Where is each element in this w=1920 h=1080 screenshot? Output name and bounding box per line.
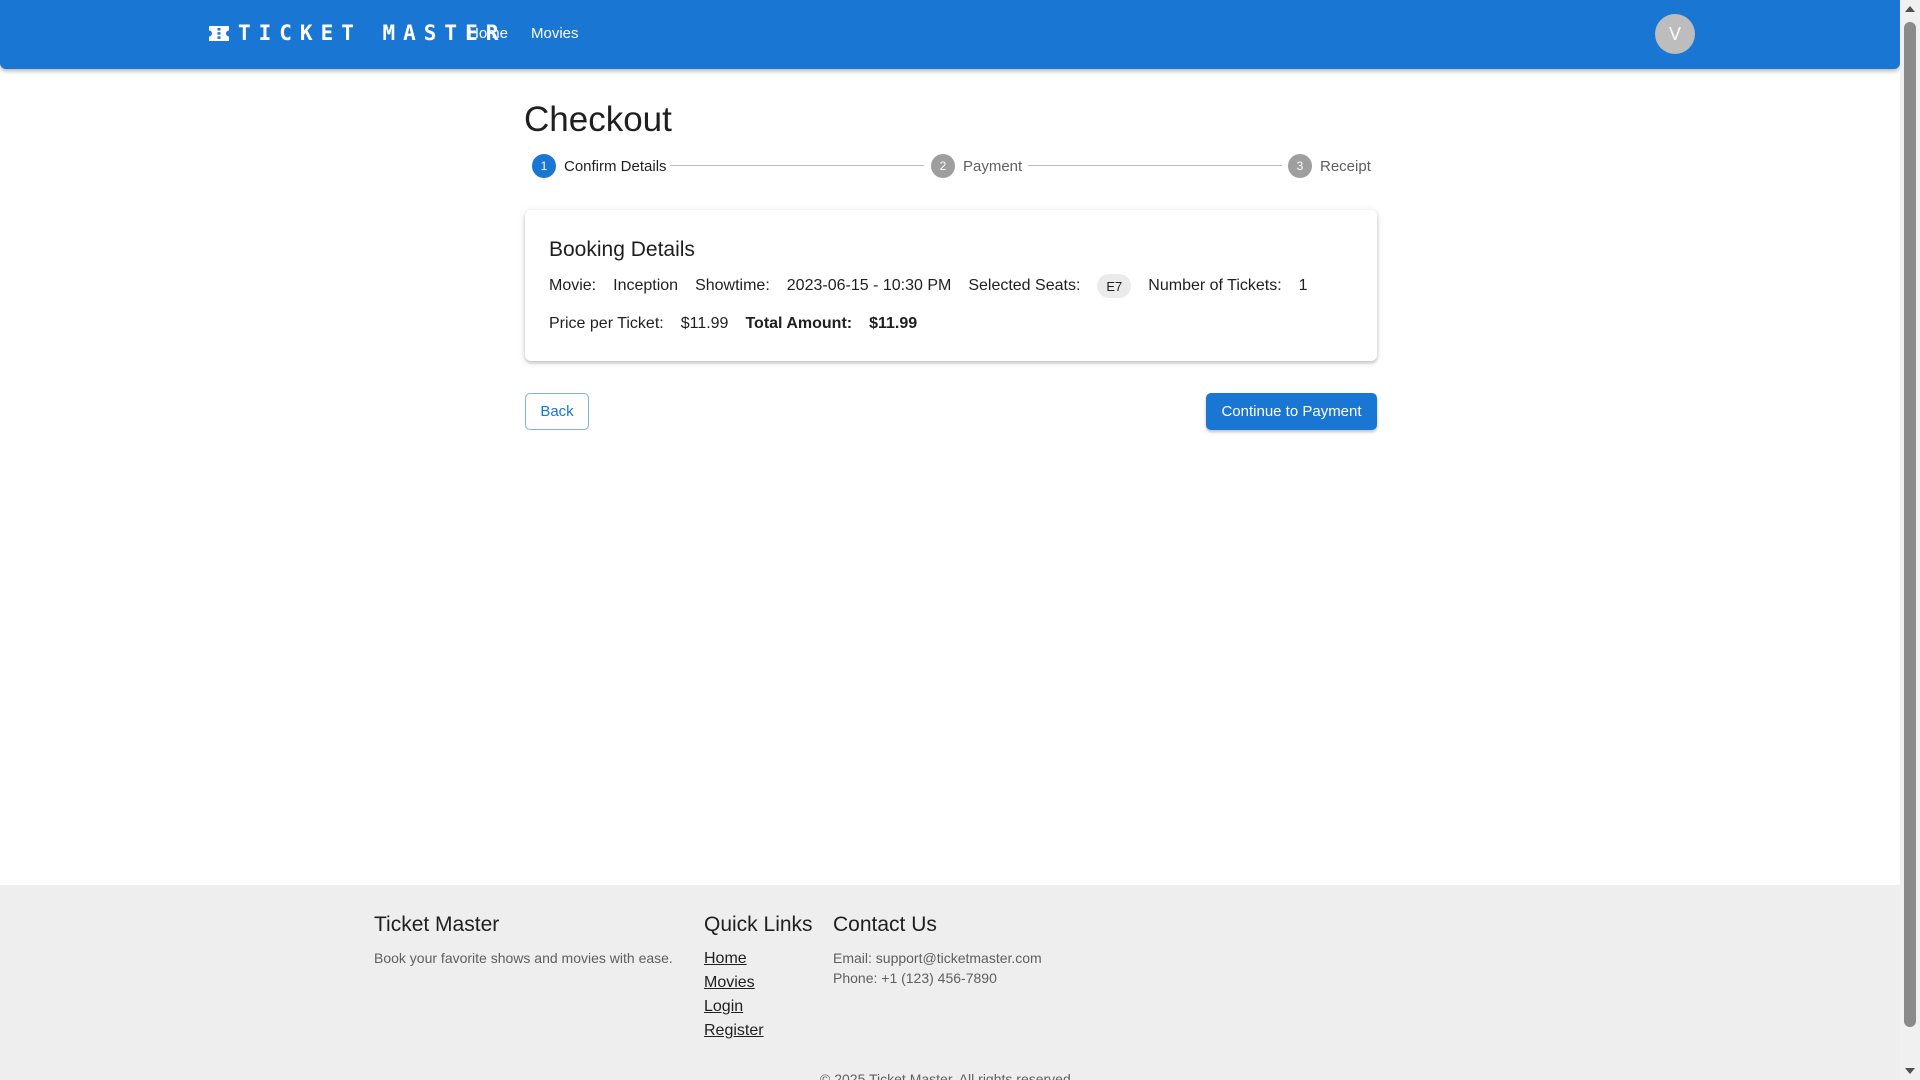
back-button[interactable]: Back [525, 393, 589, 430]
ticket-icon [208, 25, 230, 42]
scrollbar-thumb[interactable] [1904, 22, 1916, 1027]
footer-link-login[interactable]: Login [704, 998, 743, 1016]
total-label: Total Amount: [745, 315, 853, 332]
footer-email: Email: support@ticketmaster.com [833, 950, 1042, 966]
footer-about-title: Ticket Master [374, 913, 500, 936]
page-scrollbar[interactable] [1900, 0, 1920, 1080]
step-payment: 2 Payment [931, 154, 1022, 178]
seats-label: Selected Seats: [968, 277, 1081, 294]
footer-contact-title: Contact Us [833, 913, 937, 936]
step-label: Payment [963, 157, 1023, 175]
step-number: 3 [1288, 154, 1312, 178]
step-connector [670, 165, 924, 166]
seat-chip: E7 [1097, 274, 1132, 298]
price-label: Price per Ticket: [549, 315, 664, 332]
nav-home-link[interactable]: Home [468, 25, 508, 42]
scroll-down-arrow-icon[interactable] [1905, 1068, 1915, 1074]
page-title: Checkout [524, 100, 672, 139]
movie-label: Movie: [549, 277, 597, 294]
footer-phone: Phone: +1 (123) 456-7890 [833, 970, 997, 986]
step-number: 2 [931, 154, 955, 178]
footer-link-movies[interactable]: Movies [704, 974, 755, 992]
step-label: Confirm Details [564, 157, 667, 175]
checkout-stepper: 1 Confirm Details 2 Payment 3 Receipt [532, 154, 1372, 178]
scroll-up-arrow-icon[interactable] [1905, 6, 1915, 12]
booking-row-price: Price per Ticket: $11.99 Total Amount: $… [549, 314, 934, 334]
nav-movies-link[interactable]: Movies [531, 25, 579, 42]
footer-quick-links-title: Quick Links [704, 913, 813, 936]
continue-to-payment-button[interactable]: Continue to Payment [1206, 393, 1377, 430]
card-title: Booking Details [549, 238, 695, 261]
footer-link-home[interactable]: Home [704, 950, 747, 968]
user-avatar[interactable]: V [1655, 14, 1695, 54]
step-connector [1028, 165, 1282, 166]
footer-about-text: Book your favorite shows and movies with… [374, 950, 673, 966]
price-value: $11.99 [680, 315, 729, 332]
step-label: Receipt [1320, 157, 1371, 175]
total-value: $11.99 [869, 315, 918, 332]
step-receipt: 3 Receipt [1288, 154, 1371, 178]
showtime-label: Showtime: [695, 277, 770, 294]
tickets-label: Number of Tickets: [1148, 277, 1282, 294]
showtime-value: 2023-06-15 - 10:30 PM [786, 277, 952, 294]
movie-value: Inception [613, 277, 679, 294]
step-number: 1 [532, 154, 556, 178]
step-confirm-details: 1 Confirm Details [532, 154, 667, 178]
brand-logo[interactable]: TICKET MASTER [208, 21, 506, 45]
brand-name: TICKET MASTER [238, 21, 507, 45]
footer-link-register[interactable]: Register [704, 1022, 764, 1040]
footer: Ticket Master Book your favorite shows a… [0, 885, 1900, 1080]
booking-row-main: Movie: Inception Showtime: 2023-06-15 - … [549, 272, 1325, 300]
booking-details-card: Booking Details Movie: Inception Showtim… [525, 210, 1377, 361]
tickets-value: 1 [1298, 277, 1308, 294]
app-bar: TICKET MASTER Home Movies V [0, 0, 1900, 69]
copyright-text: © 2025 Ticket Master. All rights reserve… [820, 1071, 1075, 1080]
